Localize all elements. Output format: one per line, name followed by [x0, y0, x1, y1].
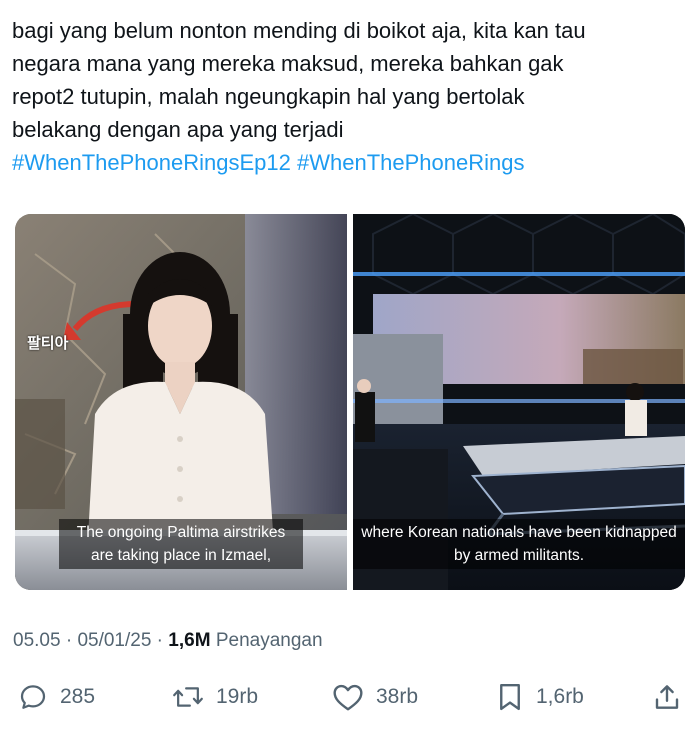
tweet-text-line: bagi yang belum nonton mending di boikot…	[12, 18, 586, 43]
tweet-text-line: repot2 tutupin, malah ngeungkapin hal ya…	[12, 84, 525, 109]
map-label: 팔티아	[27, 335, 69, 352]
retweet-button[interactable]: 19rb	[172, 682, 258, 712]
reply-icon	[20, 685, 46, 709]
media-image-right[interactable]: where Korean nationals have been kidnapp…	[353, 214, 685, 590]
tweet-text: bagi yang belum nonton mending di boikot…	[12, 14, 682, 179]
tweet-meta: 05.05 · 05/01/25 · 1,6M Penayangan	[13, 630, 323, 652]
retweet-count: 19rb	[216, 685, 259, 708]
hashtag-row: #WhenThePhoneRingsEp12 #WhenThePhoneRing…	[12, 146, 682, 179]
tweet-text-line: belakang dengan apa yang terjadi	[12, 117, 344, 142]
tweet-text-line: negara mana yang mereka maksud, mereka b…	[12, 51, 564, 76]
share-button[interactable]	[652, 682, 682, 712]
meta-separator: ·	[60, 630, 78, 651]
heart-icon	[333, 684, 363, 711]
hashtag-link[interactable]: #WhenThePhoneRingsEp12	[12, 150, 291, 175]
reply-button[interactable]: 285	[18, 682, 95, 712]
share-icon	[655, 685, 679, 709]
bookmark-button[interactable]: 1,6rb	[496, 682, 584, 712]
tweet-time[interactable]: 05.05	[13, 630, 61, 651]
like-count: 38rb	[376, 685, 419, 708]
subtitle-line: by armed militants.	[453, 547, 585, 564]
bookmark-icon	[500, 683, 520, 711]
views-count: 1,6M	[168, 630, 211, 651]
subtitle-line: The ongoing Paltima airstrikes	[76, 524, 286, 541]
bookmark-count: 1,6rb	[536, 685, 584, 708]
views-label: Penayangan	[210, 630, 323, 651]
action-bar: 285 19rb 38rb 1,6rb	[0, 676, 700, 722]
subtitle-caption: where Korean nationals have been kidnapp…	[353, 519, 685, 569]
meta-separator: ·	[151, 630, 169, 651]
subtitle-line: where Korean nationals have been kidnapp…	[361, 524, 677, 541]
retweet-icon	[173, 687, 203, 707]
subtitle-line: are taking place in Izmael,	[90, 547, 272, 564]
tweet-date[interactable]: 05/01/25	[77, 630, 151, 651]
like-button[interactable]: 38rb	[332, 682, 418, 712]
hashtag-link[interactable]: #WhenThePhoneRings	[297, 150, 524, 175]
media-grid: 팔티아 The ongoing Paltima airstrikes are t…	[15, 214, 685, 590]
media-image-left[interactable]: 팔티아 The ongoing Paltima airstrikes are t…	[15, 214, 347, 590]
subtitle-caption: The ongoing Paltima airstrikes are takin…	[59, 519, 303, 569]
reply-count: 285	[60, 685, 96, 708]
